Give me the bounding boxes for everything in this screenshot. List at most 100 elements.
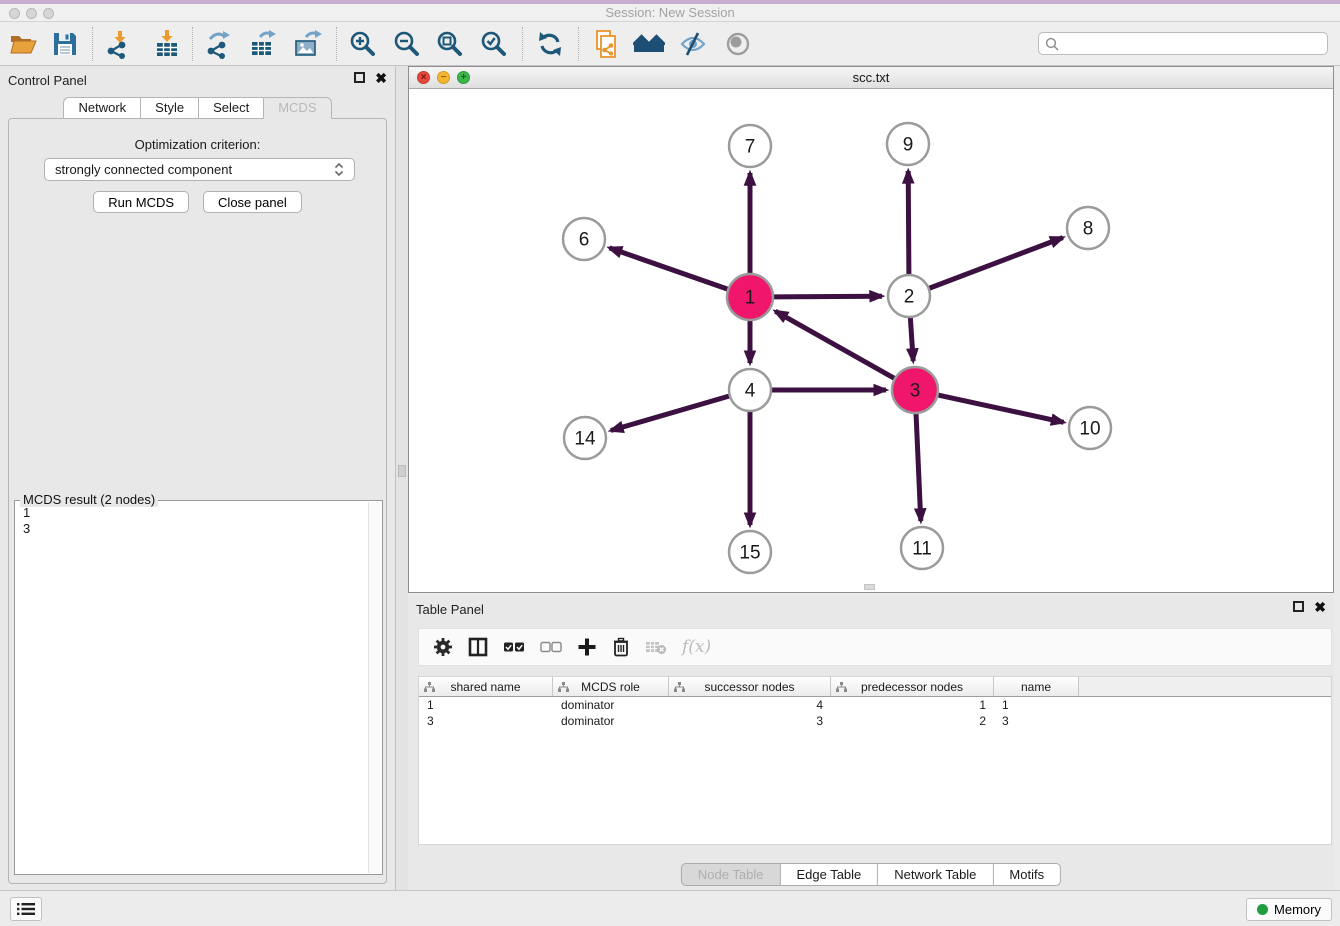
edge-3-1[interactable] [775, 311, 895, 379]
close-table-panel-icon[interactable]: ✖ [1314, 601, 1326, 614]
import-table-icon [152, 29, 182, 59]
new-network-from-selection-button[interactable] [588, 27, 624, 61]
zoom-in-button[interactable] [345, 27, 381, 61]
column-header-successor-nodes[interactable]: successor nodes [669, 677, 831, 696]
tab-node-table[interactable]: Node Table [681, 863, 781, 886]
node-1[interactable]: 1 [727, 274, 773, 320]
cell-successor-nodes[interactable]: 4 [669, 698, 831, 712]
node-10[interactable]: 10 [1069, 407, 1111, 449]
cell-shared-name[interactable]: 1 [419, 698, 553, 712]
column-icon [468, 637, 488, 657]
network-window-titlebar[interactable]: × − + scc.txt [409, 67, 1333, 89]
tab-select[interactable]: Select [199, 97, 264, 119]
column-header-mcds-role[interactable]: MCDS role [553, 677, 669, 696]
svg-text:15: 15 [739, 543, 760, 564]
node-9[interactable]: 9 [887, 123, 929, 165]
node-2[interactable]: 2 [888, 275, 930, 317]
network-graph[interactable]: 7 9 6 8 1 2 4 3 14 10 15 11 [409, 90, 1333, 592]
cell-mcds-role[interactable]: dominator [553, 714, 669, 728]
import-table-button[interactable] [149, 27, 185, 61]
node-3[interactable]: 3 [892, 367, 938, 413]
table-settings-button[interactable] [433, 634, 453, 660]
float-panel-icon[interactable] [354, 72, 365, 83]
optimization-criterion-select[interactable]: strongly connected component [44, 158, 355, 181]
open-button[interactable] [5, 27, 41, 61]
panel-splitter[interactable] [396, 66, 408, 890]
show-all-button[interactable] [720, 27, 756, 61]
select-all-button[interactable] [503, 634, 525, 660]
zoom-selected-button[interactable] [476, 27, 512, 61]
export-image-button[interactable] [289, 27, 325, 61]
edge-2-9[interactable] [908, 171, 909, 275]
table-row[interactable]: 1dominator411 [419, 697, 1331, 713]
import-network-button[interactable] [101, 27, 137, 61]
fx-icon: f(x) [682, 637, 711, 657]
edge-1-2[interactable] [773, 296, 882, 297]
float-table-panel-icon[interactable] [1293, 601, 1304, 612]
plus-icon [577, 637, 597, 657]
hide-selected-button[interactable] [675, 27, 711, 61]
node-7[interactable]: 7 [729, 125, 771, 167]
mcds-result-group: MCDS result (2 nodes) 13 [14, 500, 383, 875]
edge-2-3[interactable] [910, 317, 913, 361]
node-14[interactable]: 14 [564, 417, 606, 459]
edge-1-6[interactable] [610, 248, 729, 290]
close-panel-icon[interactable]: ✖ [375, 72, 387, 85]
toolbar-separator [522, 27, 523, 61]
svg-text:8: 8 [1083, 219, 1094, 240]
column-header-predecessor-nodes[interactable]: predecessor nodes [831, 677, 994, 696]
node-4[interactable]: 4 [729, 369, 771, 411]
column-header-shared-name[interactable]: shared name [419, 677, 553, 696]
node-15[interactable]: 15 [729, 531, 771, 573]
run-mcds-button[interactable]: Run MCDS [93, 191, 189, 213]
memory-button[interactable]: Memory [1246, 898, 1332, 921]
tree-icon [558, 682, 569, 692]
export-table-icon [248, 29, 278, 59]
optimization-criterion-value: strongly connected component [55, 162, 334, 177]
tab-mcds[interactable]: MCDS [264, 97, 331, 119]
search-input[interactable] [1063, 36, 1321, 51]
first-neighbors-button[interactable] [631, 27, 667, 61]
zoom-fit-button[interactable] [432, 27, 468, 61]
view-resize-handle[interactable] [864, 584, 875, 590]
tab-edge-table[interactable]: Edge Table [780, 863, 878, 886]
close-panel-button[interactable]: Close panel [203, 191, 302, 213]
cell-successor-nodes[interactable]: 3 [669, 714, 831, 728]
show-column-button[interactable] [468, 634, 488, 660]
tab-style[interactable]: Style [141, 97, 199, 119]
tab-motifs[interactable]: Motifs [993, 863, 1061, 886]
network-view-title: scc.txt [409, 70, 1333, 85]
tab-network[interactable]: Network [63, 97, 141, 119]
search-icon [1045, 37, 1059, 51]
deselect-all-button[interactable] [540, 634, 562, 660]
edge-4-14[interactable] [611, 396, 730, 431]
toolbar-separator [92, 27, 93, 61]
eye-slash-icon [678, 29, 708, 59]
export-table-button[interactable] [245, 27, 281, 61]
tab-network-table[interactable]: Network Table [878, 863, 993, 886]
add-column-button[interactable] [577, 634, 597, 660]
column-header-name[interactable]: name [994, 677, 1079, 696]
save-button[interactable] [47, 27, 83, 61]
edge-3-10[interactable] [938, 395, 1064, 422]
cell-mcds-role[interactable]: dominator [553, 698, 669, 712]
delete-column-button[interactable] [612, 634, 630, 660]
cell-name[interactable]: 3 [994, 714, 1079, 728]
zoom-out-button[interactable] [389, 27, 425, 61]
cell-predecessor-nodes[interactable]: 1 [831, 698, 994, 712]
result-scrollbar[interactable] [368, 502, 381, 873]
edge-2-8[interactable] [929, 238, 1063, 289]
splitter-handle[interactable] [398, 465, 406, 477]
show-panels-button[interactable] [10, 897, 42, 921]
cell-predecessor-nodes[interactable]: 2 [831, 714, 994, 728]
node-6[interactable]: 6 [563, 218, 605, 260]
node-11[interactable]: 11 [901, 527, 943, 569]
node-8[interactable]: 8 [1067, 207, 1109, 249]
cell-name[interactable]: 1 [994, 698, 1079, 712]
table-row[interactable]: 3dominator323 [419, 713, 1331, 729]
apply-layout-button[interactable] [532, 27, 568, 61]
cell-shared-name[interactable]: 3 [419, 714, 553, 728]
export-network-button[interactable] [201, 27, 237, 61]
table-body: 1dominator4113dominator323 [419, 697, 1331, 729]
edge-3-11[interactable] [916, 413, 921, 521]
